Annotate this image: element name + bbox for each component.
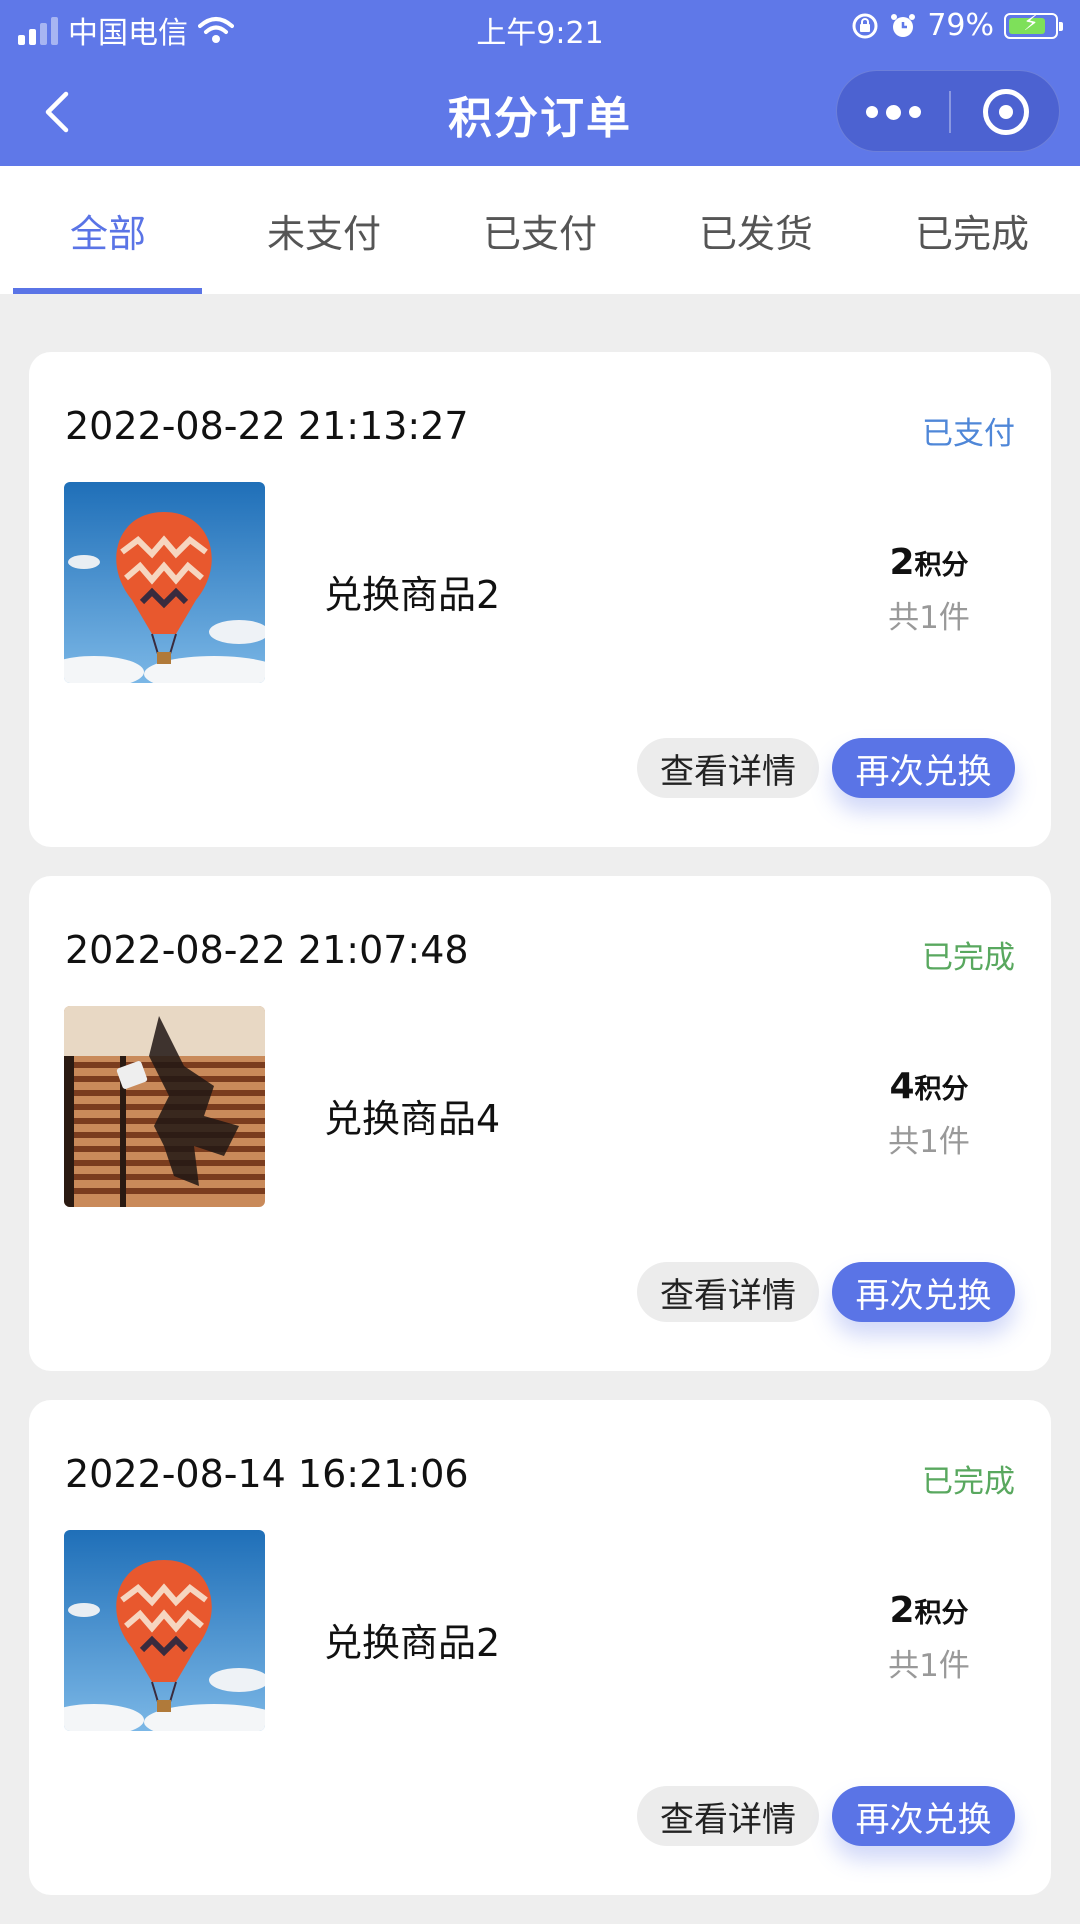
product-image[interactable]	[64, 482, 265, 683]
points-number: 2	[889, 1590, 915, 1631]
points-value: 2积分	[859, 542, 999, 583]
order-status-tabs: 全部 未支付 已支付 已发货 已完成	[0, 166, 1080, 294]
item-count: 共1件	[888, 600, 970, 636]
order-card: 2022-08-22 21:13:27 已支付 兑换商品2 2积分 共1件 查看…	[29, 352, 1051, 847]
item-count: 共1件	[888, 1648, 970, 1684]
status-bar: 中国电信 上午9:21 79% ⚡	[0, 0, 1080, 56]
product-name[interactable]: 兑换商品2	[324, 1612, 500, 1667]
status-right: 79% ⚡	[851, 8, 1063, 43]
tab-paid[interactable]: 已支付	[432, 166, 648, 294]
order-status: 已完成	[922, 1464, 1015, 1500]
tab-shipped[interactable]: 已发货	[648, 166, 864, 294]
product-name[interactable]: 兑换商品2	[324, 564, 500, 619]
order-status: 已支付	[922, 416, 1015, 452]
tab-unpaid[interactable]: 未支付	[216, 166, 432, 294]
order-card: 2022-08-14 16:21:06 已完成 兑换商品2 2积分 共1件 查看…	[29, 1400, 1051, 1895]
view-details-button[interactable]: 查看详情	[637, 738, 819, 798]
view-details-button[interactable]: 查看详情	[637, 1262, 819, 1322]
hot-air-balloon-image	[64, 1530, 265, 1731]
more-dots-icon-center	[885, 104, 901, 120]
mini-program-capsule	[836, 70, 1060, 152]
target-circle-icon	[983, 89, 1029, 135]
hot-air-balloon-image	[64, 482, 265, 683]
alarm-icon	[891, 13, 916, 37]
product-image[interactable]	[64, 1006, 265, 1207]
view-details-button[interactable]: 查看详情	[637, 1786, 819, 1846]
order-time: 2022-08-22 21:13:27	[65, 404, 469, 448]
product-image[interactable]	[64, 1530, 265, 1731]
order-time: 2022-08-14 16:21:06	[65, 1452, 469, 1496]
order-card: 2022-08-22 21:07:48 已完成 兑换商品4 4积分 共1件 查看…	[29, 876, 1051, 1371]
redeem-again-button[interactable]: 再次兑换	[832, 1262, 1015, 1322]
points-value: 2积分	[859, 1590, 999, 1631]
battery-percent: 79%	[927, 8, 994, 43]
order-list: 2022-08-22 21:13:27 已支付 兑换商品2 2积分 共1件 查看…	[29, 352, 1051, 1924]
redeem-again-button[interactable]: 再次兑换	[832, 1786, 1015, 1846]
rotation-lock-icon	[852, 13, 878, 38]
redeem-again-button[interactable]: 再次兑换	[832, 738, 1015, 798]
tab-all[interactable]: 全部	[0, 166, 216, 294]
item-count: 共1件	[888, 1124, 970, 1160]
order-time: 2022-08-22 21:07:48	[65, 928, 469, 972]
window-blinds-image	[64, 1006, 265, 1207]
points-unit: 积分	[914, 550, 969, 581]
nav-bar: 积分订单	[0, 56, 1080, 166]
points-unit: 积分	[914, 1074, 969, 1105]
more-button[interactable]	[837, 71, 949, 153]
battery-icon: ⚡	[1004, 11, 1063, 39]
more-dots-icon-right	[908, 106, 921, 118]
points-number: 4	[889, 1066, 915, 1107]
points-unit: 积分	[914, 1598, 969, 1629]
tab-completed[interactable]: 已完成	[864, 166, 1080, 294]
more-dots-icon	[865, 106, 878, 118]
order-status: 已完成	[922, 940, 1015, 976]
points-value: 4积分	[859, 1066, 999, 1107]
close-button[interactable]	[951, 71, 1061, 153]
points-number: 2	[889, 542, 915, 583]
app-header: 中国电信 上午9:21 79% ⚡ 积分订单	[0, 0, 1080, 166]
product-name[interactable]: 兑换商品4	[324, 1088, 500, 1143]
